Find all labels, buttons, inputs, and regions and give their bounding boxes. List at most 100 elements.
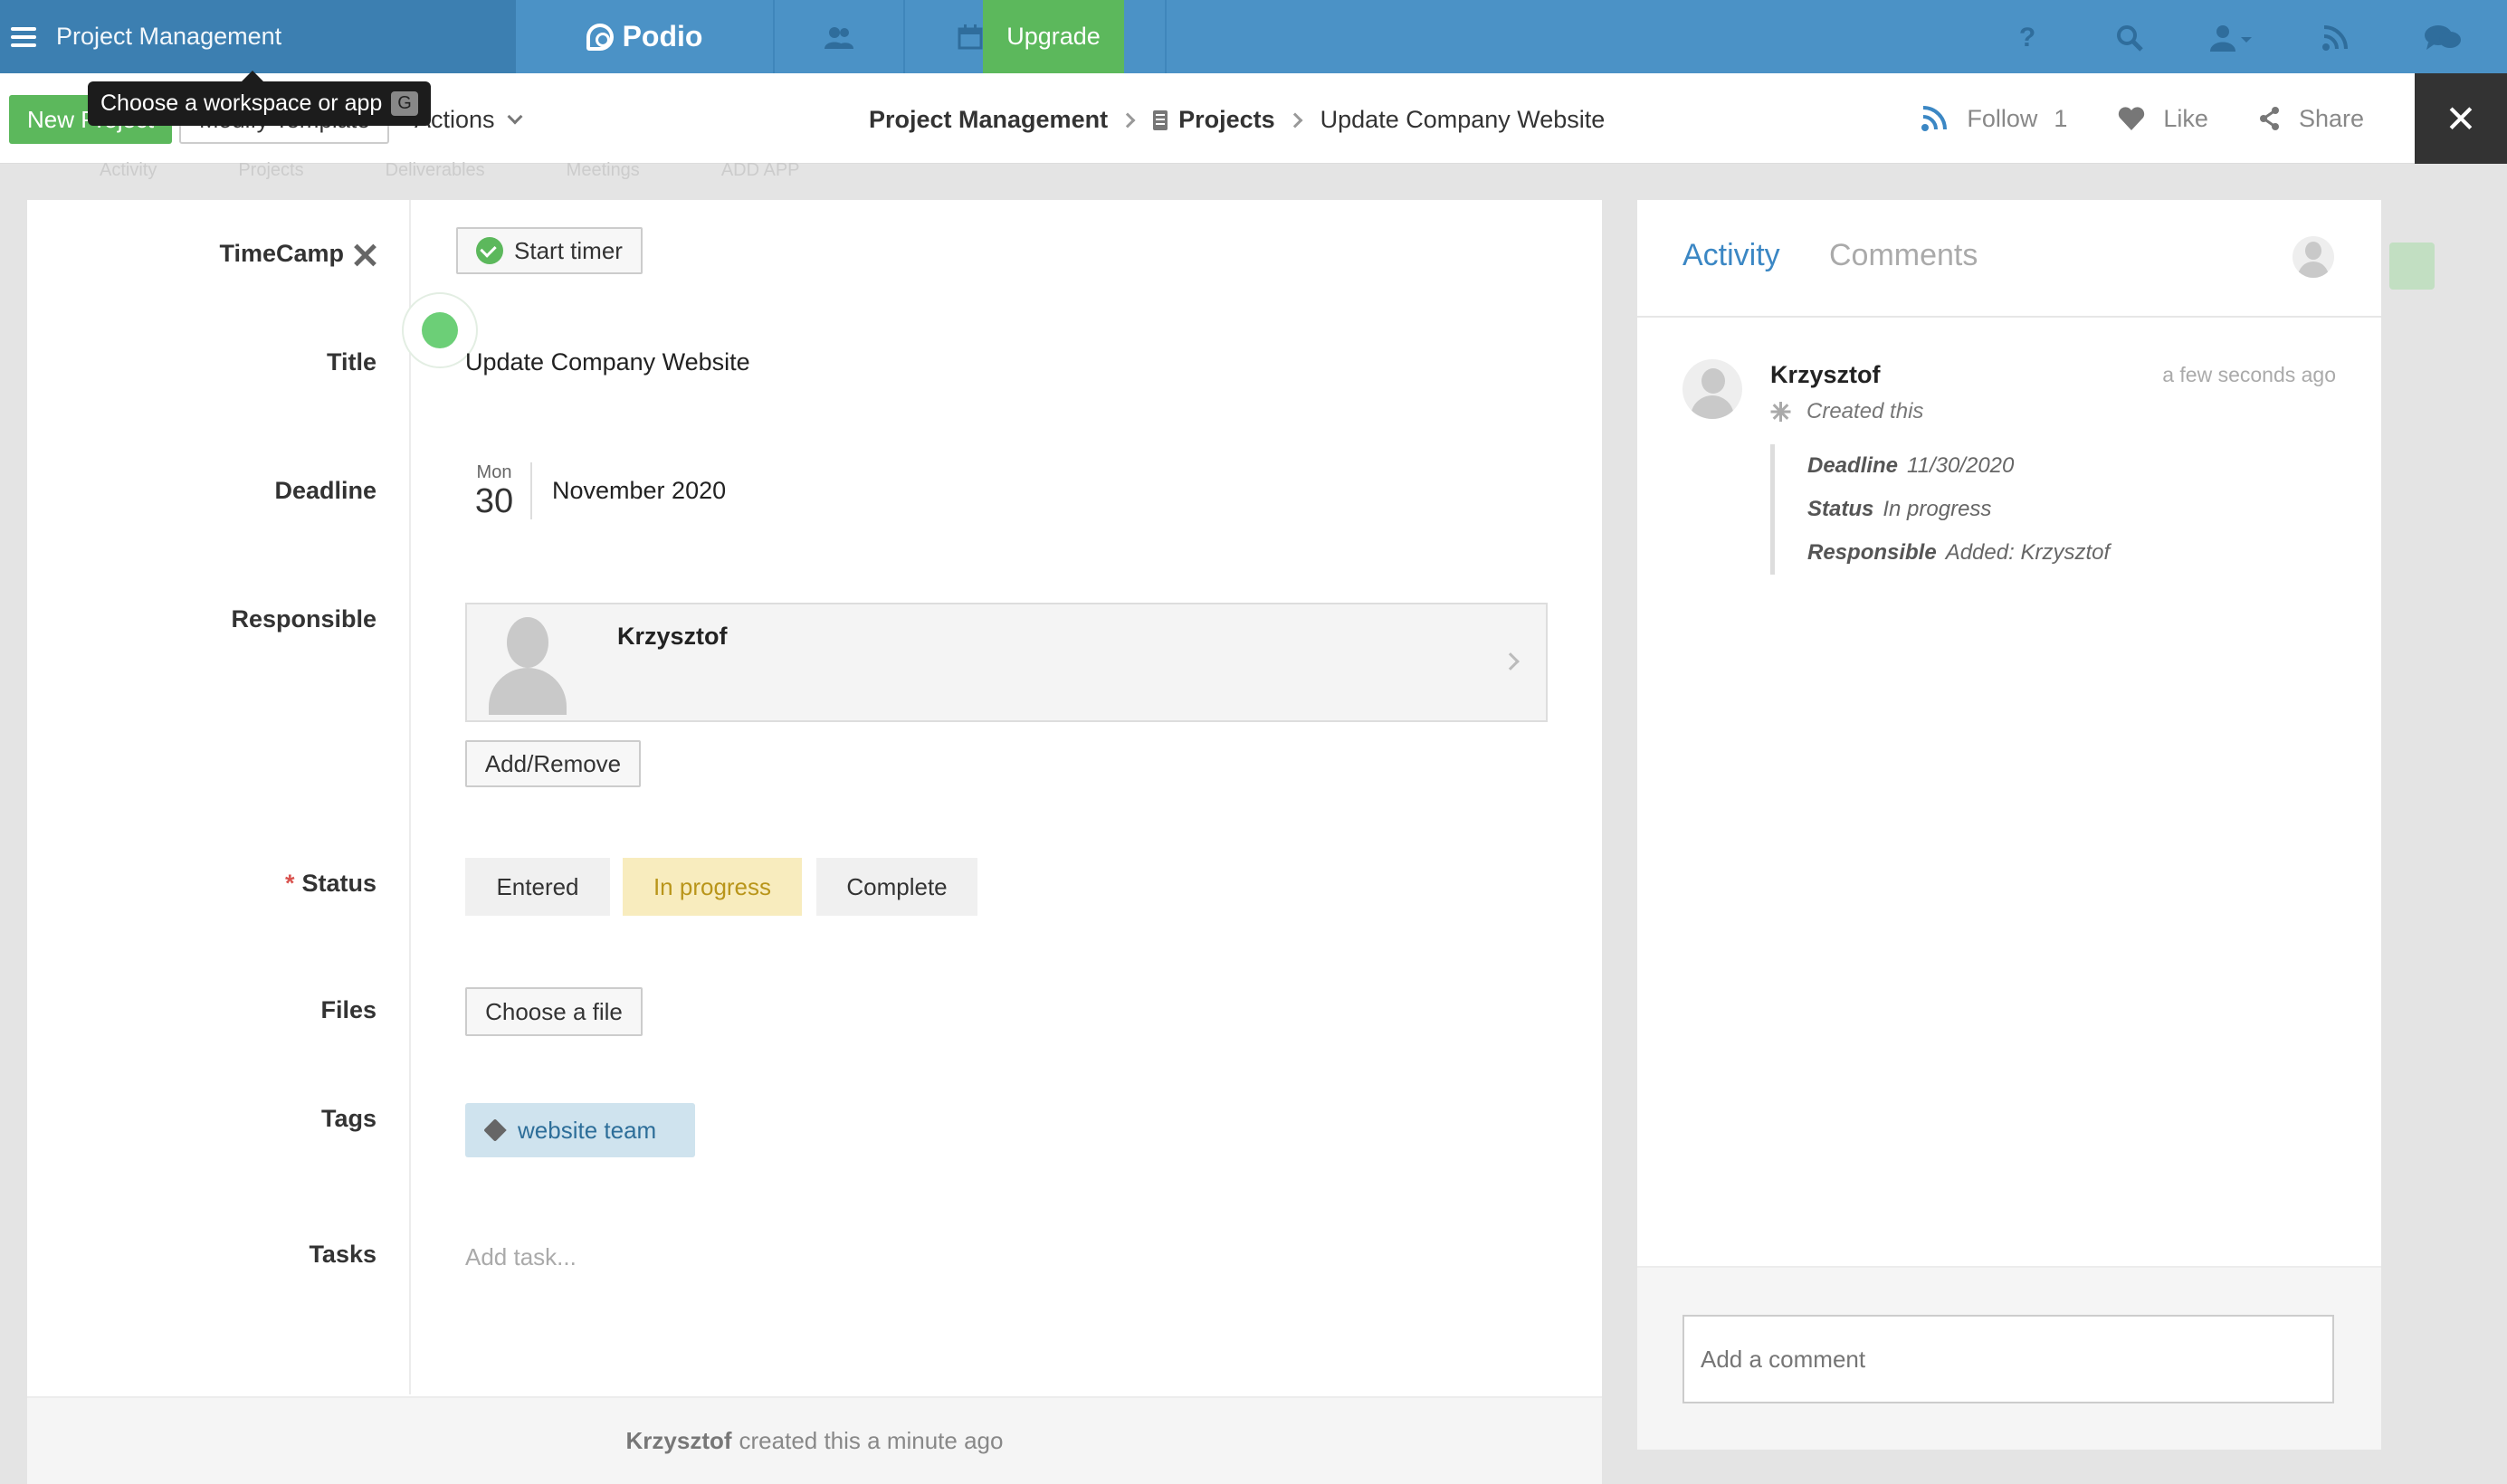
responsible-label: Responsible <box>231 605 377 633</box>
date-weekday: Mon <box>476 462 512 482</box>
change-row: Responsible Added: Krzysztof <box>1807 531 2110 575</box>
menu-icon[interactable] <box>11 26 36 47</box>
bg-tab: Meetings <box>566 160 640 180</box>
chevron-right-icon <box>1120 112 1136 128</box>
comment-input[interactable] <box>1682 1315 2334 1403</box>
tag-icon <box>483 1118 507 1142</box>
bg-tab: ADD APP <box>720 160 800 180</box>
avatar[interactable] <box>2293 236 2334 278</box>
change-value: 11/30/2020 <box>1907 453 2015 478</box>
upgrade-button[interactable]: Upgrade <box>983 0 1124 73</box>
timecamp-label-text: TimeCamp <box>219 240 344 267</box>
follow-button[interactable]: Follow 1 <box>1921 105 2067 133</box>
rss-icon <box>1921 106 1948 131</box>
bg-tab: Deliverables <box>385 160 485 180</box>
item-footer: Krzysztof created this a minute ago <box>27 1396 1602 1484</box>
status-label-text: Status <box>301 870 377 897</box>
feed-action-text: Created this <box>1806 399 1924 423</box>
breadcrumb-workspace[interactable]: Project Management <box>869 106 1108 134</box>
timecamp-icon <box>476 237 504 264</box>
comment-area <box>1637 1266 2381 1450</box>
tasks-label: Tasks <box>309 1241 377 1268</box>
tag-label: website team <box>518 1116 657 1144</box>
activity-tabs: Activity Comments <box>1637 200 2381 318</box>
start-timer-button[interactable]: Start timer <box>456 227 643 274</box>
workspace-name[interactable]: Project Management <box>56 23 281 51</box>
tags-label: Tags <box>320 1105 377 1132</box>
share-icon <box>2259 107 2279 130</box>
footer-text: created this a minute ago <box>739 1427 1004 1454</box>
calendar-icon <box>958 24 982 49</box>
bg-tab: Activity <box>100 160 157 180</box>
chevron-right-icon <box>1287 112 1303 128</box>
choose-file-button[interactable]: Choose a file <box>465 987 643 1036</box>
share-label: Share <box>2298 104 2364 132</box>
breadcrumb: Project Management Projects Update Compa… <box>869 106 1605 134</box>
podio-logo[interactable]: Podio <box>516 0 775 73</box>
date-badge: Mon 30 <box>465 462 532 519</box>
change-field: Responsible <box>1807 540 1937 565</box>
status-option-entered[interactable]: Entered <box>465 858 610 916</box>
contact-name: Krzysztof <box>617 623 728 650</box>
heart-icon <box>2119 107 2145 130</box>
change-row: Deadline 11/30/2020 <box>1807 444 2110 488</box>
upgrade-label: Upgrade <box>1006 23 1101 50</box>
change-value: In progress <box>1883 497 1992 521</box>
feed-action: Created this <box>1770 399 1923 424</box>
change-field: Deadline <box>1807 453 1899 478</box>
like-button[interactable]: Like <box>2118 105 2208 133</box>
status-label: * Status <box>285 870 377 898</box>
avatar[interactable] <box>1682 359 1742 419</box>
activity-feed-icon[interactable] <box>2317 20 2353 56</box>
required-marker: * <box>284 870 295 897</box>
top-navigation-bar: Project Management Podio Upgrade ? <box>0 0 2507 73</box>
responsible-contact-card[interactable]: Krzysztof <box>465 603 1548 722</box>
close-icon[interactable]: ✕ <box>2415 73 2507 164</box>
breadcrumb-item: Update Company Website <box>1320 106 1606 133</box>
status-option-in-progress[interactable]: In progress <box>623 858 802 916</box>
tooltip-text: Choose a workspace or app <box>100 90 383 116</box>
follow-label: Follow <box>1967 104 2038 132</box>
logo-text: Podio <box>622 20 703 52</box>
tab-activity[interactable]: Activity <box>1682 238 1780 273</box>
podio-logo-icon <box>586 23 614 51</box>
footer-user[interactable]: Krzysztof <box>626 1427 732 1455</box>
green-dot-icon <box>422 312 458 348</box>
add-task-input[interactable]: Add task... <box>465 1243 577 1271</box>
item-panel: TimeCamp Title Deadline Responsible * Sta… <box>27 200 1602 1484</box>
background-app-tabs: Activity Projects Deliverables Meetings … <box>100 160 800 181</box>
files-label: Files <box>320 996 377 1023</box>
add-remove-button[interactable]: Add/Remove <box>465 740 641 787</box>
change-value: Added: Krzysztof <box>1945 540 2111 565</box>
tab-comments[interactable]: Comments <box>1829 238 1978 273</box>
deadline-value[interactable]: Mon 30 November 2020 <box>465 462 726 519</box>
title-label: Title <box>326 348 377 376</box>
user-menu-icon[interactable] <box>2208 20 2254 56</box>
breadcrumb-app[interactable]: Projects <box>1178 106 1275 134</box>
timecamp-label: TimeCamp <box>219 240 377 268</box>
tooltip-shortcut-key: G <box>391 91 418 116</box>
title-value[interactable]: Update Company Website <box>465 348 750 376</box>
status-option-complete[interactable]: Complete <box>816 858 977 916</box>
item-actions: Follow 1 Like Share ✕ <box>1921 73 2507 164</box>
tag-chip[interactable]: website team <box>465 1103 695 1157</box>
app-icon <box>1153 109 1168 130</box>
background-button <box>2389 243 2435 290</box>
people-icon <box>825 26 853 49</box>
help-icon[interactable]: ? <box>2009 20 2045 56</box>
field-labels: TimeCamp Title Deadline Responsible * Sta… <box>27 200 411 1394</box>
workspace-tooltip: Choose a workspace or app G <box>88 71 431 126</box>
deadline-label: Deadline <box>274 477 377 504</box>
workspace-switcher[interactable]: Project Management <box>0 0 516 73</box>
date-day: 30 <box>474 482 514 520</box>
chat-icon[interactable] <box>2422 20 2464 56</box>
feed-user[interactable]: Krzysztof <box>1770 361 1881 389</box>
contacts-tab[interactable] <box>775 0 905 73</box>
created-icon <box>1770 402 1791 422</box>
tools-icon[interactable] <box>353 243 377 267</box>
search-icon[interactable] <box>2111 20 2148 56</box>
avatar <box>489 614 567 715</box>
date-month-year: November 2020 <box>552 477 727 504</box>
share-button[interactable]: Share <box>2259 105 2364 133</box>
change-row: Status In progress <box>1807 488 2110 531</box>
